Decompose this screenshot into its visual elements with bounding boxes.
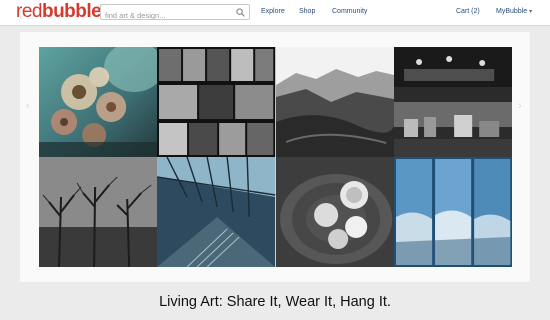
prev-arrow-icon[interactable]: ‹ (26, 100, 30, 112)
gallery-tile-onion[interactable] (275, 157, 394, 267)
search-input[interactable] (101, 8, 229, 23)
gallery-tile-mountains[interactable] (275, 47, 394, 157)
nav-community[interactable]: Community (332, 8, 367, 15)
nav-explore[interactable]: Explore (261, 8, 285, 15)
blue-wave-triptych-image (393, 157, 512, 267)
gallery-tile-diner[interactable] (393, 47, 512, 157)
bare-trees-image (39, 157, 158, 267)
gallery-tile-trees[interactable] (39, 157, 158, 267)
cart-link[interactable]: Cart (2) (456, 8, 480, 15)
flower-bouquet-image (39, 47, 158, 157)
cut-onion-image (275, 157, 394, 267)
account-menu[interactable]: MyBubble ▾ (496, 8, 532, 15)
redbubble-logo[interactable]: redbubble (16, 2, 102, 22)
search-box (100, 4, 250, 23)
account-label: MyBubble (496, 8, 528, 15)
page-caption: Living Art: Share It, Wear It, Hang It. (159, 294, 391, 310)
gallery-tile-station[interactable] (157, 157, 276, 267)
nav-shop[interactable]: Shop (299, 8, 315, 15)
gallery-tile-flowers[interactable] (39, 47, 158, 157)
gallery-grid (39, 47, 512, 267)
contact-sheet-image (157, 47, 276, 157)
search-icon[interactable] (236, 8, 245, 17)
mountain-landscape-image (275, 47, 394, 157)
glass-roof-station-image (157, 157, 276, 267)
chevron-down-icon: ▾ (529, 9, 533, 15)
next-arrow-icon[interactable]: › (518, 100, 522, 112)
gallery-tile-contact-sheet[interactable] (157, 47, 276, 157)
diner-interior-image (393, 47, 512, 157)
gallery-tile-waves[interactable] (393, 157, 512, 267)
top-header: redbubble Explore Shop Community Cart (2… (0, 0, 550, 26)
